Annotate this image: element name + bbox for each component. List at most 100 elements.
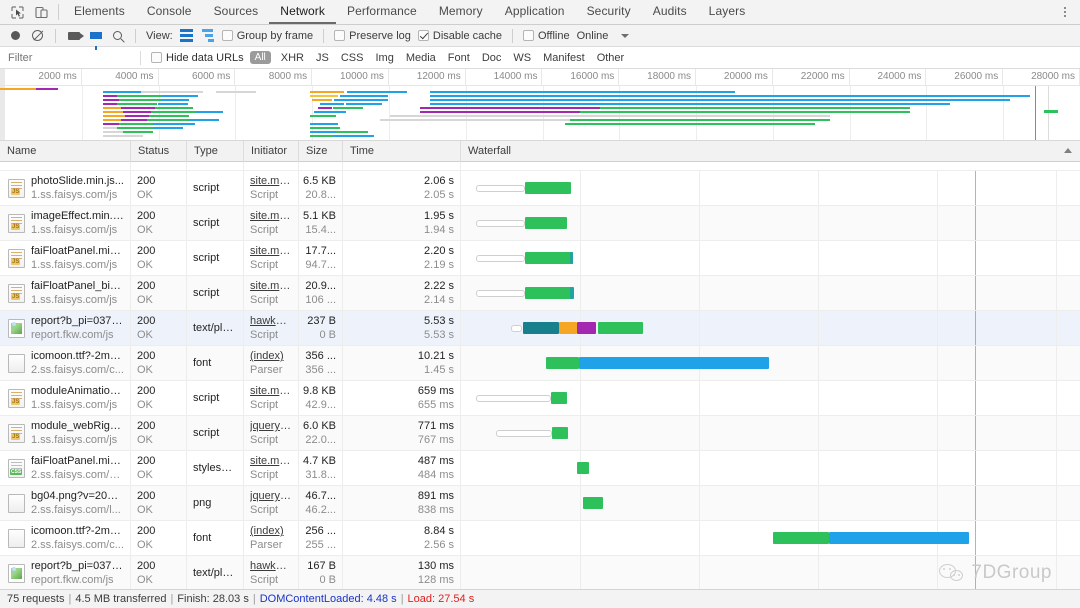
filter-type-js[interactable]: JS bbox=[310, 52, 335, 64]
filter-type-img[interactable]: Img bbox=[369, 52, 399, 64]
waterfall-cell[interactable] bbox=[461, 311, 1080, 345]
device-toolbar-icon[interactable] bbox=[30, 1, 52, 23]
cell-name[interactable]: faiFloatPanel.min.... 2.ss.faisys.com/css bbox=[0, 451, 131, 485]
tab-application[interactable]: Application bbox=[494, 0, 576, 24]
search-icon[interactable] bbox=[108, 26, 127, 45]
record-button-icon[interactable] bbox=[6, 26, 25, 45]
tab-performance[interactable]: Performance bbox=[336, 0, 428, 24]
column-header-status[interactable]: Status bbox=[131, 140, 187, 162]
table-row[interactable]: faiFloatPanel.min.j... 1.ss.faisys.com/js… bbox=[0, 241, 1080, 276]
request-name: faiFloatPanel.min.... bbox=[31, 455, 124, 467]
tab-network[interactable]: Network bbox=[269, 0, 337, 24]
waterfall-cell[interactable] bbox=[461, 416, 1080, 450]
cell-name[interactable]: bg04.png?v=2018... 2.ss.faisys.com/l... bbox=[0, 486, 131, 520]
network-overview-graph[interactable] bbox=[0, 86, 1080, 141]
cell-name[interactable]: imageEffect.min.j... 1.ss.faisys.com/js bbox=[0, 206, 131, 240]
waterfall-cell[interactable] bbox=[461, 486, 1080, 520]
cell-initiator[interactable]: jquery-c... Script bbox=[244, 486, 299, 520]
table-row[interactable]: icomoon.ttf?-2mg... 2.ss.faisys.com/c... 2… bbox=[0, 521, 1080, 556]
cell-time: 771 ms 767 ms bbox=[343, 416, 461, 450]
tab-audits[interactable]: Audits bbox=[642, 0, 698, 24]
cell-initiator[interactable]: site.min.... Script bbox=[244, 206, 299, 240]
cell-initiator[interactable]: site.min.... Script bbox=[244, 171, 299, 205]
waterfall-view-icon[interactable] bbox=[199, 28, 217, 44]
cell-name[interactable]: icomoon.ttf?-2mg... 2.ss.faisys.com/c... bbox=[0, 346, 131, 380]
cell-initiator[interactable]: site.min.... Script bbox=[244, 381, 299, 415]
cell-initiator[interactable]: (index) Parser bbox=[244, 346, 299, 380]
disable-cache-checkbox[interactable]: Disable cache bbox=[416, 30, 504, 42]
filter-type-other[interactable]: Other bbox=[591, 52, 631, 64]
filter-input[interactable] bbox=[0, 47, 140, 68]
cell-name[interactable]: report?b_pi=037d... report.fkw.com/js bbox=[0, 556, 131, 589]
clear-icon[interactable] bbox=[28, 26, 47, 45]
filter-type-all[interactable]: All bbox=[249, 51, 271, 64]
filter-type-doc[interactable]: Doc bbox=[476, 52, 508, 64]
cell-name[interactable]: faiFloatPanel.min.j... 1.ss.faisys.com/js bbox=[0, 241, 131, 275]
tab-layers[interactable]: Layers bbox=[698, 0, 757, 24]
column-header-name[interactable]: Name bbox=[0, 140, 131, 162]
cell-initiator[interactable]: hawkEy... Script bbox=[244, 556, 299, 589]
inspect-element-icon[interactable] bbox=[6, 1, 28, 23]
cell-name[interactable]: photoSlide.min.js... 1.ss.faisys.com/js bbox=[0, 171, 131, 205]
cell-initiator[interactable]: site.min.... Script bbox=[244, 276, 299, 310]
table-row[interactable]: moduleAnimation.... 1.ss.faisys.com/js 200… bbox=[0, 381, 1080, 416]
filter-icon[interactable] bbox=[86, 26, 105, 50]
table-row[interactable]: report?b_pi=037d... report.fkw.com/js 200 O… bbox=[0, 556, 1080, 589]
cell-name[interactable]: module_webRight... 1.ss.faisys.com/js bbox=[0, 416, 131, 450]
tab-security[interactable]: Security bbox=[576, 0, 642, 24]
cell-initiator[interactable]: site.min.... Script bbox=[244, 451, 299, 485]
throttling-select[interactable]: Online bbox=[575, 30, 611, 42]
chevron-down-icon[interactable] bbox=[621, 33, 630, 38]
network-request-list[interactable]: photoSlide.min.js... 1.ss.faisys.com/js 20… bbox=[0, 162, 1080, 589]
cell-initiator[interactable]: site.min.... Script bbox=[244, 241, 299, 275]
waterfall-cell[interactable] bbox=[461, 451, 1080, 485]
more-options-icon[interactable] bbox=[1056, 0, 1074, 24]
table-row[interactable]: report?b_pi=037d... report.fkw.com/js 200 O… bbox=[0, 311, 1080, 346]
camera-icon[interactable] bbox=[64, 26, 84, 45]
cell-initiator[interactable]: jquery-c... Script bbox=[244, 416, 299, 450]
cell-initiator[interactable]: hawkEy... Script bbox=[244, 311, 299, 345]
waterfall-cell[interactable] bbox=[461, 171, 1080, 205]
waterfall-cell[interactable] bbox=[461, 276, 1080, 310]
table-row[interactable]: bg04.png?v=2018... 2.ss.faisys.com/l... 20… bbox=[0, 486, 1080, 521]
filter-type-media[interactable]: Media bbox=[400, 52, 442, 64]
tab-console[interactable]: Console bbox=[136, 0, 203, 24]
table-row-partial[interactable] bbox=[0, 162, 1080, 171]
table-row[interactable]: imageEffect.min.j... 1.ss.faisys.com/js 20… bbox=[0, 206, 1080, 241]
sort-ascending-icon[interactable] bbox=[1064, 147, 1072, 153]
cell-initiator[interactable]: (index) Parser bbox=[244, 521, 299, 555]
waterfall-cell[interactable] bbox=[461, 241, 1080, 275]
tab-elements[interactable]: Elements bbox=[63, 0, 136, 24]
list-view-icon[interactable] bbox=[178, 28, 196, 44]
cell-name[interactable]: faiFloatPanel_bin... 1.ss.faisys.com/js bbox=[0, 276, 131, 310]
filter-type-ws[interactable]: WS bbox=[507, 52, 537, 64]
preserve-log-checkbox[interactable]: Preserve log bbox=[332, 30, 413, 42]
tab-memory[interactable]: Memory bbox=[428, 0, 494, 24]
filter-type-manifest[interactable]: Manifest bbox=[537, 52, 591, 64]
cell-name[interactable]: moduleAnimation.... 1.ss.faisys.com/js bbox=[0, 381, 131, 415]
table-row[interactable]: faiFloatPanel_bin... 1.ss.faisys.com/js 20… bbox=[0, 276, 1080, 311]
filter-type-xhr[interactable]: XHR bbox=[275, 52, 310, 64]
filter-type-font[interactable]: Font bbox=[442, 52, 476, 64]
table-row[interactable]: module_webRight... 1.ss.faisys.com/js 200 O… bbox=[0, 416, 1080, 451]
column-header-initiator[interactable]: Initiator bbox=[244, 140, 299, 162]
waterfall-cell[interactable] bbox=[461, 346, 1080, 380]
cell-name[interactable]: report?b_pi=037d... report.fkw.com/js bbox=[0, 311, 131, 345]
column-header-waterfall[interactable]: Waterfall bbox=[461, 141, 1080, 162]
waterfall-cell[interactable] bbox=[461, 206, 1080, 240]
hide-data-urls-checkbox[interactable]: Hide data URLs bbox=[149, 52, 246, 64]
column-header-type[interactable]: Type bbox=[187, 140, 244, 162]
column-header-time[interactable]: Time bbox=[343, 140, 461, 162]
filter-type-css[interactable]: CSS bbox=[335, 52, 370, 64]
table-row[interactable]: photoSlide.min.js... 1.ss.faisys.com/js 20… bbox=[0, 171, 1080, 206]
cell-name[interactable]: icomoon.ttf?-2mg... 2.ss.faisys.com/c... bbox=[0, 521, 131, 555]
column-header-size[interactable]: Size bbox=[299, 140, 343, 162]
table-row[interactable]: faiFloatPanel.min.... 2.ss.faisys.com/css… bbox=[0, 451, 1080, 486]
group-by-frame-checkbox[interactable]: Group by frame bbox=[220, 30, 315, 42]
tab-sources[interactable]: Sources bbox=[203, 0, 270, 24]
waterfall-cell[interactable] bbox=[461, 556, 1080, 589]
waterfall-cell[interactable] bbox=[461, 521, 1080, 555]
offline-checkbox[interactable]: Offline bbox=[521, 30, 572, 42]
table-row[interactable]: icomoon.ttf?-2mg... 2.ss.faisys.com/c... 2… bbox=[0, 346, 1080, 381]
waterfall-cell[interactable] bbox=[461, 381, 1080, 415]
